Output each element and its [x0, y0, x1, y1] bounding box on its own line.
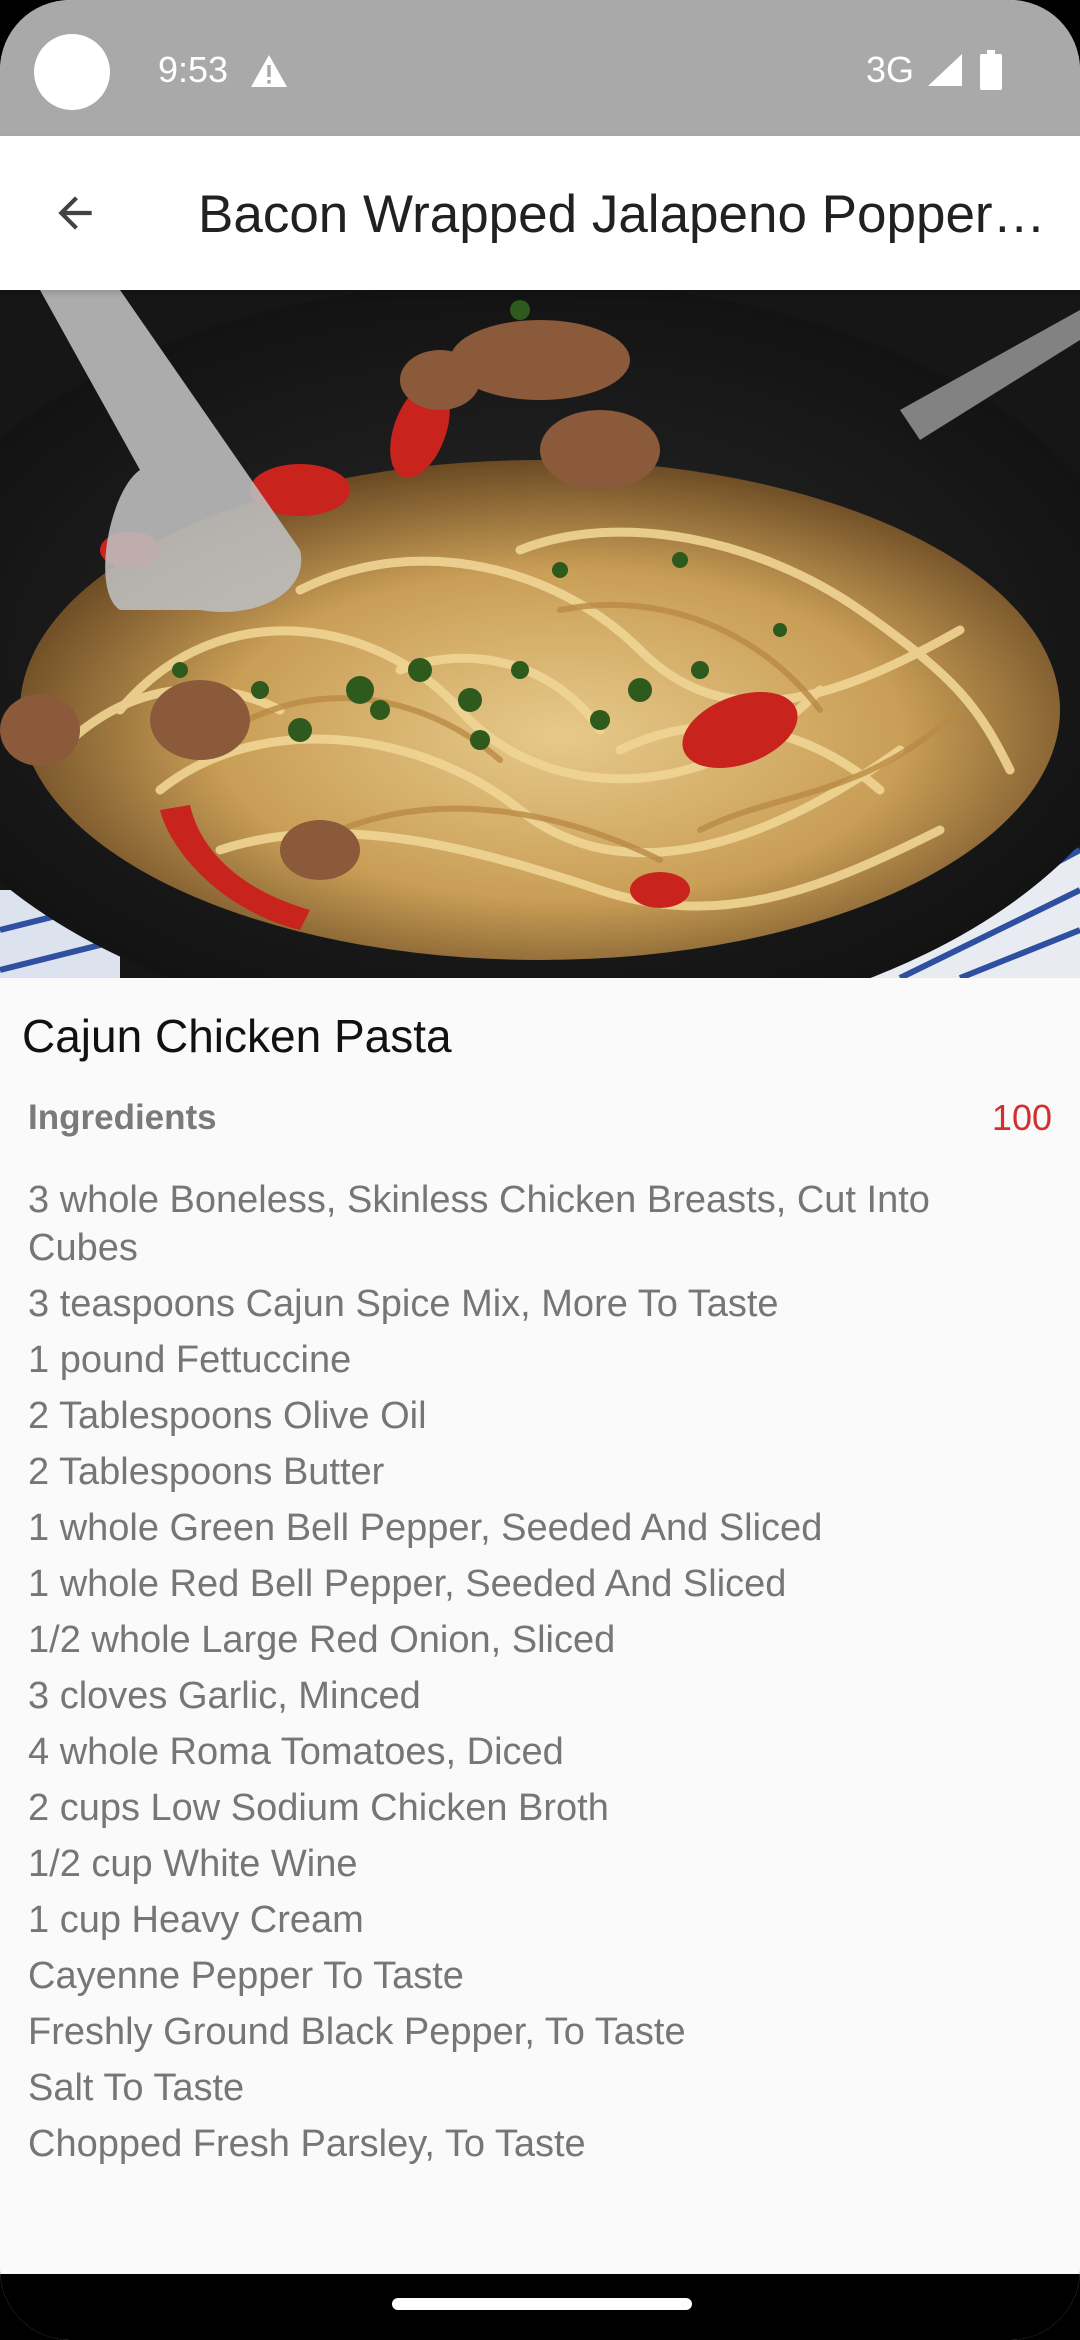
pasta-photo — [0, 290, 1080, 978]
ingredient-item: 1 whole Green Bell Pepper, Seeded And Sl… — [28, 1507, 823, 1549]
warning-icon — [251, 55, 287, 87]
home-indicator[interactable] — [392, 2298, 692, 2310]
ingredient-item: Salt To Taste — [28, 2067, 245, 2109]
status-time: 9:53 — [158, 49, 229, 90]
camera-cutout — [34, 34, 110, 110]
ingredient-item: 1 pound Fettuccine — [28, 1339, 352, 1381]
ingredient-item: 2 Tablespoons Butter — [28, 1451, 385, 1493]
recipe-title: Cajun Chicken Pasta — [22, 1010, 452, 1062]
ingredient-item: 1/2 cup White Wine — [28, 1843, 358, 1885]
ingredient-item: Chopped Fresh Parsley, To Taste — [28, 2123, 586, 2165]
ingredient-list: 3 whole Boneless, Skinless Chicken Breas… — [28, 1176, 1038, 2176]
ingredient-item: 1 cup Heavy Cream — [28, 1899, 364, 1941]
recipe-hero-image — [0, 290, 1080, 978]
ingredients-count: 100 — [991, 1097, 1052, 1138]
system-nav-bar — [0, 2274, 1080, 2340]
ingredient-item: 3 cloves Garlic, Minced — [28, 1675, 421, 1717]
status-bar: 9:53 3G — [0, 0, 1080, 136]
network-type: 3G — [866, 49, 915, 90]
ingredient-item: 4 whole Roma Tomatoes, Diced — [28, 1731, 564, 1773]
arrow-back-icon — [58, 196, 92, 230]
battery-icon — [980, 50, 1002, 90]
ingredient-item: 3 whole Boneless, Skinless Chicken Breas… — [28, 1179, 930, 1269]
back-button[interactable] — [32, 170, 118, 256]
signal-icon — [928, 54, 962, 86]
ingredient-item: Cayenne Pepper To Taste — [28, 1955, 464, 1997]
page-title: Bacon Wrapped Jalapeno Popper Stuffed Ch… — [198, 185, 1060, 244]
ingredients-heading: Ingredients — [28, 1098, 217, 1137]
ingredient-item: 1/2 whole Large Red Onion, Sliced — [28, 1619, 616, 1661]
ingredient-item: Freshly Ground Black Pepper, To Taste — [28, 2011, 686, 2053]
ingredient-item: 3 teaspoons Cajun Spice Mix, More To Tas… — [28, 1283, 779, 1325]
app-bar: Bacon Wrapped Jalapeno Popper Stuffed Ch… — [0, 136, 1080, 290]
ingredient-item: 2 cups Low Sodium Chicken Broth — [28, 1787, 609, 1829]
ingredient-item: 2 Tablespoons Olive Oil — [28, 1395, 427, 1437]
ingredient-item: 1 whole Red Bell Pepper, Seeded And Slic… — [28, 1563, 787, 1605]
app-screen: 9:53 3G Bacon Wrapped Jalapeno Popper St… — [0, 0, 1080, 2340]
